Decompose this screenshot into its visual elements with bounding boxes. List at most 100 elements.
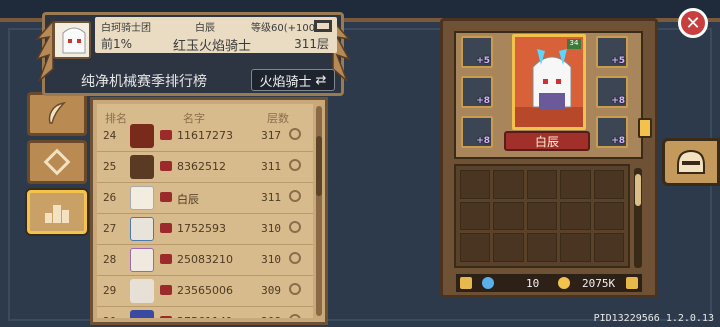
avatar (130, 186, 154, 210)
feather-icon (48, 101, 67, 124)
card-badge-icon (314, 20, 332, 32)
rank-cell: 24 (103, 129, 117, 142)
magnifier-icon[interactable] (289, 128, 301, 140)
inventory-cell[interactable] (593, 201, 624, 231)
rank-cell: 27 (103, 222, 117, 235)
currency-bar: 10 2075K (454, 272, 644, 294)
inventory-cell[interactable] (560, 233, 591, 262)
table-row[interactable]: 25 8362512 311 (97, 152, 313, 183)
magnifier-icon[interactable] (289, 314, 301, 318)
character-name: 白辰 (534, 134, 559, 149)
equip-slot-weapon-3[interactable]: +8 (461, 116, 493, 148)
inventory-cell[interactable] (493, 170, 524, 199)
collapse-arrow-button[interactable] (638, 118, 652, 138)
inventory-grid[interactable] (454, 164, 630, 268)
helmet-icon (677, 149, 705, 174)
table-row[interactable]: 27 1752593 310 (97, 214, 313, 245)
inventory-cell[interactable] (493, 201, 524, 231)
table-row[interactable]: 28 25083210 310 (97, 245, 313, 276)
slot-level-tag: +8 (476, 96, 490, 106)
magnifier-icon[interactable] (289, 252, 301, 264)
player-header-card: 白珂骑士团 白辰 等级60(+100 前1% 红玉火焰骑士 311层 纯净机械赛… (35, 12, 351, 96)
player-floor: 311层 (294, 37, 329, 51)
table-row[interactable]: 29 23565006 309 (97, 276, 313, 307)
equip-slot-pet-1[interactable]: +5 (596, 36, 628, 68)
inventory-cell[interactable] (593, 170, 624, 199)
guild-badge-icon (160, 254, 172, 264)
feather-tab-button[interactable] (27, 92, 87, 136)
rank-cell: 29 (103, 284, 117, 297)
equip-slot-pet-2[interactable]: +8 (596, 76, 628, 108)
scrollbar-thumb[interactable] (316, 136, 322, 196)
coin-icon (558, 277, 570, 289)
inventory-cell[interactable] (560, 170, 591, 199)
bag-icon[interactable] (626, 277, 638, 289)
floor-cell: 310 (261, 253, 281, 266)
inventory-cell[interactable] (460, 170, 491, 199)
percentile-text: 前1% (101, 37, 133, 51)
name-cell: 25083210 (177, 253, 233, 266)
helmet-tab-button[interactable] (662, 138, 720, 186)
inventory-cell[interactable] (493, 233, 524, 262)
scrollbar-thumb[interactable] (635, 174, 641, 206)
inventory-cell[interactable] (526, 201, 558, 231)
slot-level-tag: +5 (611, 56, 625, 66)
floor-cell: 317 (261, 129, 281, 142)
name-cell: 23565006 (177, 284, 233, 297)
rank-cell: 30 (103, 315, 127, 318)
inventory-cell[interactable] (460, 201, 491, 231)
character-portrait[interactable]: 34 (512, 34, 586, 130)
rank-cell: 25 (103, 160, 117, 173)
leaderboard-scrollbar[interactable] (316, 106, 322, 316)
guild-badge-icon (160, 192, 172, 202)
portrait-badge: 34 (567, 39, 581, 49)
inventory-scrollbar[interactable] (634, 168, 642, 268)
avatar (130, 155, 154, 179)
slot-level-tag: +8 (611, 96, 625, 106)
magnifier-icon[interactable] (289, 283, 301, 295)
name-cell: 8362512 (177, 160, 226, 173)
guild-badge-icon (160, 223, 172, 233)
avatar (130, 279, 154, 303)
slot-level-tag: +8 (476, 136, 490, 146)
inventory-cell[interactable] (460, 233, 491, 262)
table-row[interactable]: 30 27561141 308 (97, 307, 313, 318)
guild-badge-icon (160, 285, 172, 295)
podium-tab-button[interactable] (27, 190, 87, 234)
hero-chip-label: 火焰骑士 (259, 74, 312, 90)
floor-cell: 311 (261, 191, 281, 204)
close-button[interactable]: ✕ (678, 8, 708, 38)
equip-slot-pet-3[interactable]: +8 (596, 116, 628, 148)
magnifier-icon[interactable] (289, 190, 301, 202)
floor-cell: 311 (261, 160, 281, 173)
character-name-plate: 白辰 (504, 131, 590, 151)
player-avatar (53, 21, 91, 59)
inventory-cell[interactable] (526, 233, 558, 262)
guild-badge-icon (160, 130, 172, 140)
hero-switch-button[interactable]: 火焰骑士 ⇄ (251, 69, 335, 91)
gem-count: 10 (526, 277, 540, 290)
inventory-cell[interactable] (593, 233, 624, 262)
avatar (130, 124, 154, 148)
diamond-icon (43, 148, 71, 176)
name-cell: 11617273 (177, 129, 233, 142)
player-title: 红玉火焰骑士 (173, 39, 252, 54)
inventory-cell[interactable] (560, 201, 591, 231)
magnifier-icon[interactable] (289, 221, 301, 233)
table-row[interactable]: 24 11617273 317 (97, 121, 313, 152)
magnifier-icon[interactable] (289, 159, 301, 171)
inventory-cell[interactable] (526, 170, 558, 199)
equip-slot-weapon-1[interactable]: +5 (461, 36, 493, 68)
rank-cell: 28 (103, 253, 117, 266)
podium-icon (45, 205, 69, 223)
equip-slot-weapon-2[interactable]: +8 (461, 76, 493, 108)
avatar (130, 248, 154, 272)
lock-icon[interactable] (460, 277, 472, 289)
leaderboard-rows[interactable]: 24 11617273 317 25 8362512 311 26 白辰 311… (97, 121, 313, 318)
diamond-tab-button[interactable] (27, 140, 87, 184)
table-row[interactable]: 26 白辰 311 (97, 183, 313, 214)
floor-cell: 308 (257, 315, 281, 318)
rank-cell: 26 (103, 191, 117, 204)
name-cell: 27561141 (177, 315, 257, 318)
player-info-box: 白珂骑士团 白辰 等级60(+100 前1% 红玉火焰骑士 311层 (95, 17, 337, 54)
